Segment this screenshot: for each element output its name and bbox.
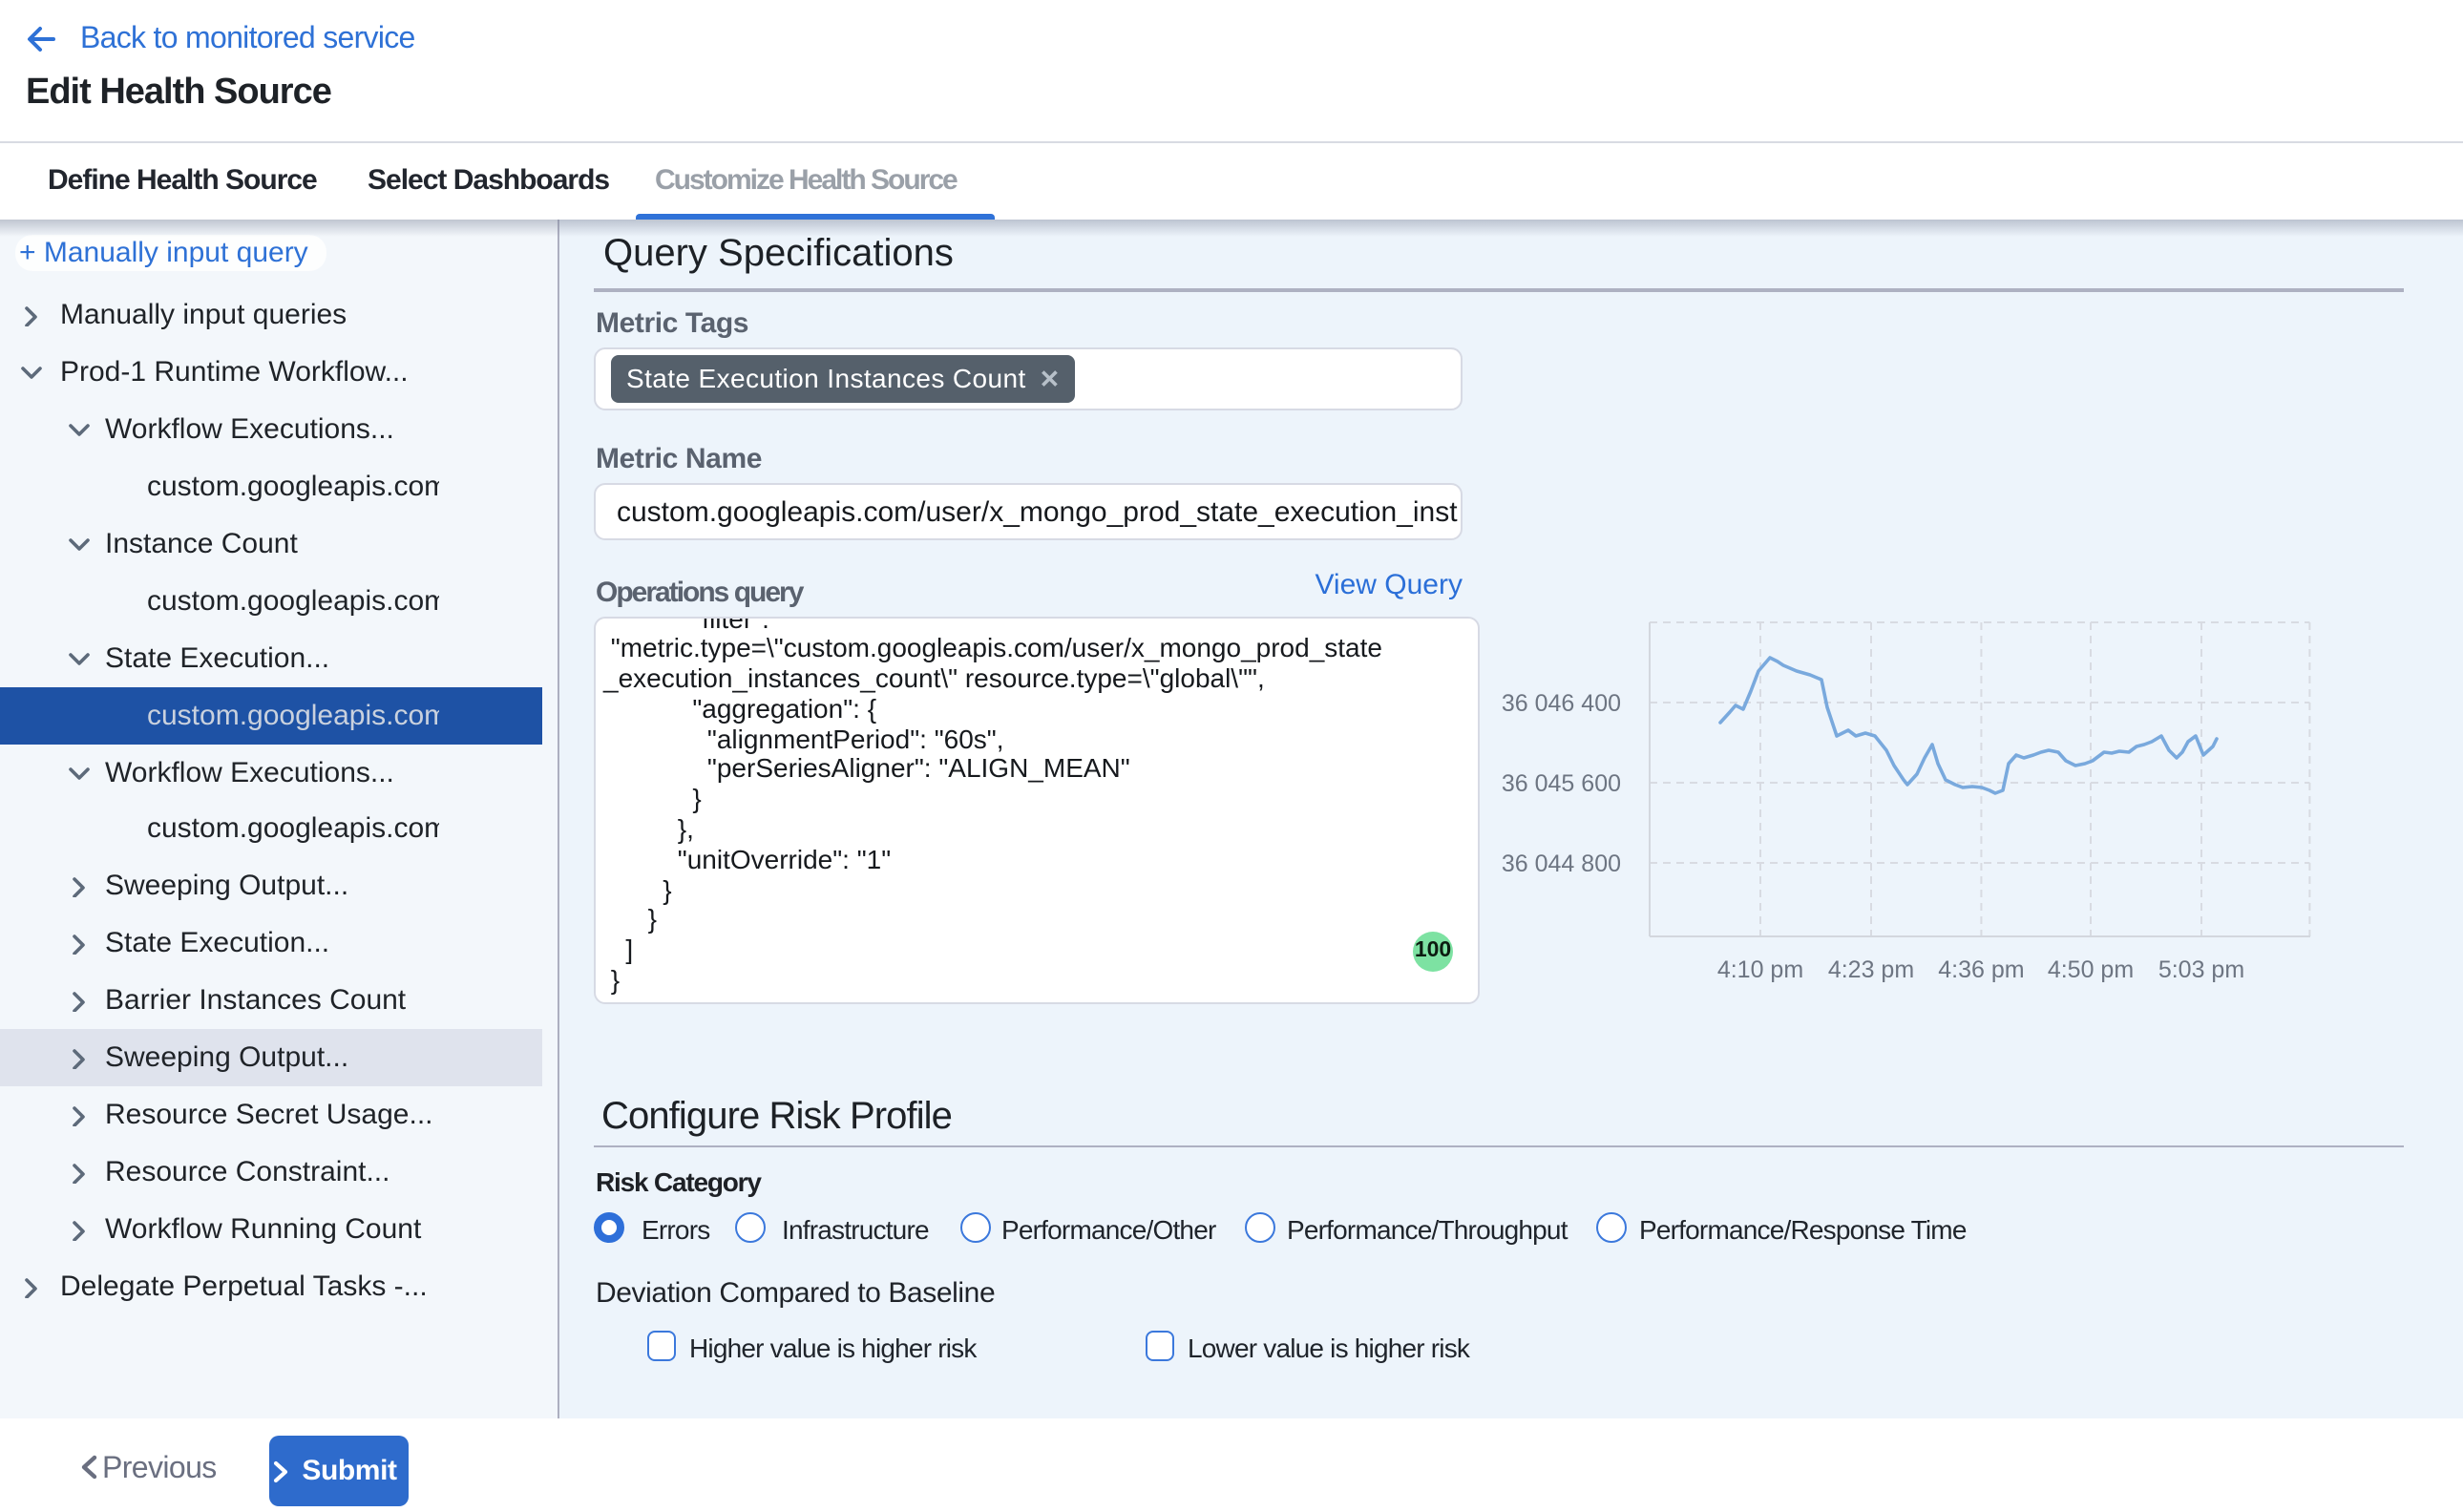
svg-text:4:36 pm: 4:36 pm — [1938, 956, 2024, 983]
svg-text:36 045 600: 36 045 600 — [1502, 770, 1621, 797]
svg-text:4:23 pm: 4:23 pm — [1828, 956, 1914, 983]
svg-text:4:10 pm: 4:10 pm — [1717, 956, 1803, 983]
svg-text:5:03 pm: 5:03 pm — [2158, 956, 2244, 983]
svg-text:36 046 400: 36 046 400 — [1502, 690, 1621, 717]
svg-text:4:50 pm: 4:50 pm — [2048, 956, 2134, 983]
svg-text:36 044 800: 36 044 800 — [1502, 850, 1621, 877]
